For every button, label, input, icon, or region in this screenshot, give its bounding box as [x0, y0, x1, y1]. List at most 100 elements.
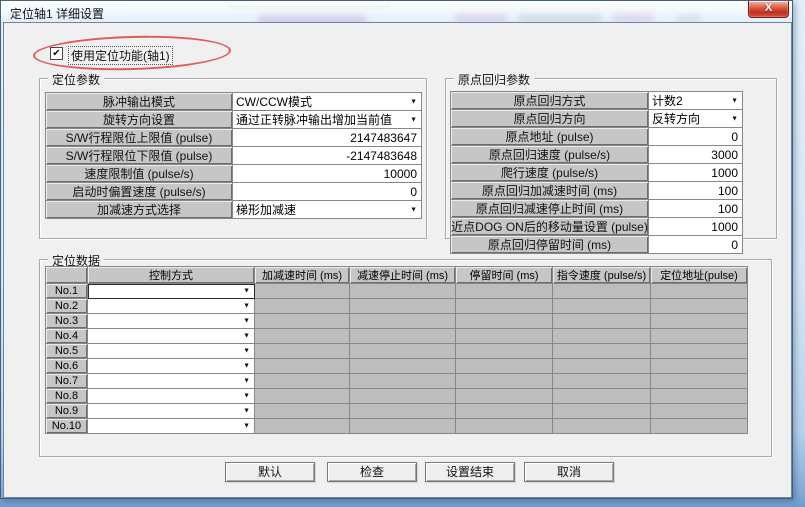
close-icon[interactable]: X	[748, 1, 789, 18]
dropdown-arrow-icon[interactable]: ▼	[410, 206, 417, 213]
homing-params-group-label: 原点回归参数	[454, 71, 534, 88]
data-cell-disabled	[255, 314, 350, 329]
data-cell-disabled	[651, 314, 748, 329]
homing-speed-field[interactable]: 3000	[649, 146, 743, 164]
table-row: No.6 ▼	[46, 359, 748, 374]
homing-accel-time-field[interactable]: 100	[649, 182, 743, 200]
table-row: 启动时偏置速度 (pulse/s) 0	[46, 183, 422, 201]
origin-address-field[interactable]: 0	[649, 128, 743, 146]
row-number: No.2	[46, 299, 88, 314]
control-method-select[interactable]: ▼	[88, 344, 255, 359]
table-row: No.3 ▼	[46, 314, 748, 329]
selected-value: 通过正转脉冲输出增加当前值	[236, 113, 392, 127]
dropdown-arrow-icon[interactable]: ▼	[243, 363, 250, 370]
dropdown-arrow-icon[interactable]: ▼	[410, 116, 417, 123]
use-positioning-checkbox[interactable]: ✔	[50, 47, 63, 60]
pulse-output-mode-select[interactable]: CW/CCW模式 ▼	[233, 93, 422, 111]
dropdown-arrow-icon[interactable]: ▼	[731, 115, 738, 122]
table-row: 爬行速度 (pulse/s) 1000	[451, 164, 743, 182]
data-cell-disabled	[651, 389, 748, 404]
dialog-title: 定位轴1 详细设置	[10, 5, 104, 22]
control-method-select[interactable]: ▼	[88, 314, 255, 329]
data-cell-disabled	[651, 344, 748, 359]
use-positioning-checkbox-label[interactable]: 使用定位功能(轴1)	[68, 46, 173, 65]
column-header: 停留时间 (ms)	[456, 267, 553, 284]
data-cell-disabled	[651, 299, 748, 314]
param-label: 速度限制值 (pulse/s)	[46, 165, 233, 183]
column-header	[46, 267, 88, 284]
dropdown-arrow-icon[interactable]: ▼	[410, 98, 417, 105]
dropdown-arrow-icon[interactable]: ▼	[243, 333, 250, 340]
dropdown-arrow-icon[interactable]: ▼	[243, 393, 250, 400]
accel-decel-mode-select[interactable]: 梯形加减速▼	[233, 201, 422, 219]
sw-lower-limit-field[interactable]: -2147483648	[233, 147, 422, 165]
homing-direction-select[interactable]: 反转方向 ▼	[649, 110, 743, 128]
sw-upper-limit-field[interactable]: 2147483647	[233, 129, 422, 147]
table-row: 近点DOG ON后的移动量设置 (pulse) 1000	[451, 218, 743, 236]
data-cell-disabled	[255, 299, 350, 314]
data-cell-disabled	[255, 329, 350, 344]
speed-limit-field[interactable]: 10000	[233, 165, 422, 183]
table-row: S/W行程限位下限值 (pulse) -2147483648	[46, 147, 422, 165]
table-row: No.9 ▼	[46, 404, 748, 419]
param-label: 旋转方向设置	[46, 111, 233, 129]
control-method-select[interactable]: ▼	[88, 284, 255, 299]
data-cell-disabled	[255, 389, 350, 404]
creep-speed-field[interactable]: 1000	[649, 164, 743, 182]
data-cell-disabled	[456, 359, 553, 374]
table-row: No.4 ▼	[46, 329, 748, 344]
dropdown-arrow-icon[interactable]: ▼	[731, 97, 738, 104]
bias-speed-field[interactable]: 0	[233, 183, 422, 201]
control-method-select[interactable]: ▼	[88, 419, 255, 434]
row-number: No.7	[46, 374, 88, 389]
data-cell-disabled	[350, 344, 456, 359]
table-row: 原点地址 (pulse) 0	[451, 128, 743, 146]
check-button[interactable]: 检查	[327, 462, 417, 482]
dropdown-arrow-icon[interactable]: ▼	[243, 378, 250, 385]
data-cell-disabled	[553, 284, 651, 299]
dialog-body: ✔ 使用定位功能(轴1) 定位参数 脉冲输出模式 CW/CCW模式▼ 旋转方向设…	[3, 22, 792, 498]
row-number: No.8	[46, 389, 88, 404]
homing-method-select[interactable]: 计数2▼	[649, 92, 743, 110]
data-cell-disabled	[651, 284, 748, 299]
titlebar[interactable]: 定位轴1 详细设置 X	[1, 1, 792, 22]
dropdown-arrow-icon[interactable]: ▼	[243, 303, 250, 310]
row-number: No.4	[46, 329, 88, 344]
finish-settings-button[interactable]: 设置结束	[425, 462, 515, 482]
control-method-select[interactable]: ▼	[88, 404, 255, 419]
dog-on-travel-field[interactable]: 1000	[649, 218, 743, 236]
row-number: No.10	[46, 419, 88, 434]
data-cell-disabled	[255, 344, 350, 359]
param-label: 原点回归减速停止时间 (ms)	[451, 200, 649, 218]
dropdown-arrow-icon[interactable]: ▼	[243, 318, 250, 325]
data-cell-disabled	[255, 359, 350, 374]
homing-decel-stop-time-field[interactable]: 100	[649, 200, 743, 218]
column-header: 控制方式	[88, 267, 255, 284]
data-cell-disabled	[350, 359, 456, 374]
homing-dwell-time-field[interactable]: 0	[649, 236, 743, 254]
param-label: 启动时偏置速度 (pulse/s)	[46, 183, 233, 201]
data-cell-disabled	[456, 314, 553, 329]
table-row: 原点回归减速停止时间 (ms) 100	[451, 200, 743, 218]
control-method-select[interactable]: ▼	[88, 389, 255, 404]
selected-value: CW/CCW模式	[236, 95, 312, 109]
table-row: No.7 ▼	[46, 374, 748, 389]
control-method-select[interactable]: ▼	[88, 329, 255, 344]
control-method-select[interactable]: ▼	[88, 299, 255, 314]
data-cell-disabled	[350, 389, 456, 404]
dropdown-arrow-icon[interactable]: ▼	[243, 408, 250, 415]
data-cell-disabled	[350, 374, 456, 389]
data-cell-disabled	[553, 419, 651, 434]
dropdown-arrow-icon[interactable]: ▼	[243, 288, 250, 295]
data-cell-disabled	[456, 404, 553, 419]
default-button[interactable]: 默认	[225, 462, 315, 482]
control-method-select[interactable]: ▼	[88, 374, 255, 389]
cancel-button[interactable]: 取消	[524, 462, 614, 482]
selected-value: 反转方向	[652, 112, 700, 126]
dropdown-arrow-icon[interactable]: ▼	[243, 348, 250, 355]
control-method-select[interactable]: ▼	[88, 359, 255, 374]
row-number: No.6	[46, 359, 88, 374]
dropdown-arrow-icon[interactable]: ▼	[243, 423, 250, 430]
data-cell-disabled	[553, 389, 651, 404]
rotation-direction-select[interactable]: 通过正转脉冲输出增加当前值 ▼	[233, 111, 422, 129]
